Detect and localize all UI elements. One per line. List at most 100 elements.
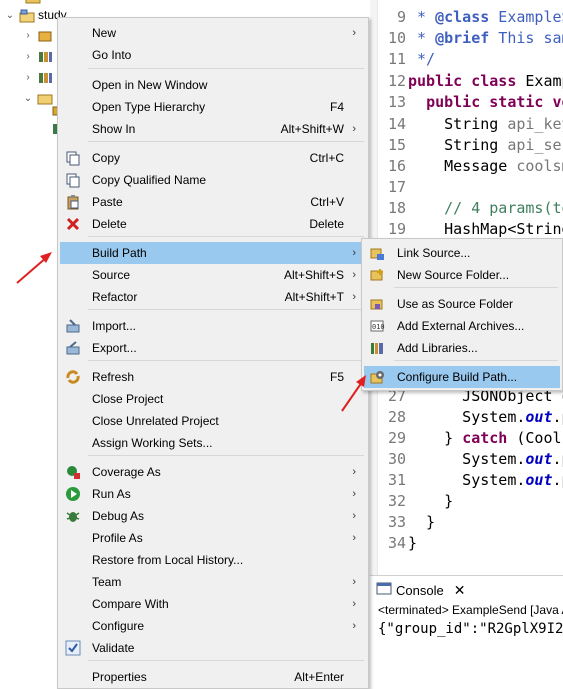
menu-item-assign-working-sets[interactable]: Assign Working Sets... (60, 432, 366, 454)
copy-qualified-name-icon (65, 172, 81, 188)
menu-item-new[interactable]: New › (60, 22, 366, 44)
submenu-arrow-icon: › (352, 576, 356, 588)
menu-item-label: Run As (92, 487, 131, 501)
menu-item-close-project[interactable]: Close Project (60, 388, 366, 410)
menu-item-open-type-hierarchy[interactable]: Open Type Hierarchy F4 (60, 96, 366, 118)
console-output: {"group_id":"R2GplX9I2S5 (378, 621, 563, 637)
annotation-arrow-build-path (0, 0, 60, 300)
console-view: Console ✕ <terminated> ExampleSend [Java… (370, 575, 563, 689)
menu-item-open-in-new-window[interactable]: Open in New Window (60, 74, 366, 96)
menu-separator (88, 141, 364, 142)
menu-item-restore-from-local-history[interactable]: Restore from Local History... (60, 549, 366, 571)
menu-item-refactor[interactable]: Refactor Alt+Shift+T › (60, 286, 366, 308)
menu-item-coverage-as[interactable]: Coverage As › (60, 461, 366, 483)
code-line: 31 System.out.pri (370, 470, 563, 491)
menu-item-label: Properties (92, 670, 147, 684)
code-line: 9 * @class ExampleS (370, 7, 563, 28)
code-text: */ (408, 50, 436, 68)
submenu-arrow-icon: › (352, 291, 356, 303)
menu-item-label: Validate (92, 641, 135, 655)
submenu-item-use-as-source-folder[interactable]: Use as Source Folder (364, 293, 560, 315)
annotation-arrow-configure-build-path (335, 360, 375, 420)
line-number: 31 (387, 471, 406, 489)
menu-item-profile-as[interactable]: Profile As › (60, 527, 366, 549)
line-number: 34 (387, 534, 406, 552)
menu-item-validate[interactable]: Validate (60, 637, 366, 659)
code-text: System.out.pri (408, 450, 563, 468)
validate-icon (65, 640, 81, 656)
menu-item-delete[interactable]: Delete Delete (60, 213, 366, 235)
code-line: 15 String api_secret (370, 135, 563, 156)
menu-item-run-as[interactable]: Run As › (60, 483, 366, 505)
submenu-item-new-source-folder[interactable]: New Source Folder... (364, 264, 560, 286)
menu-item-close-unrelated-project[interactable]: Close Unrelated Project (60, 410, 366, 432)
submenu-item-label: Link Source... (397, 246, 471, 260)
menu-item-label: Configure (92, 619, 145, 633)
menu-item-go-into[interactable]: Go Into (60, 44, 366, 66)
menu-item-label: Compare With (92, 597, 169, 611)
menu-item-label: Refresh (92, 370, 135, 384)
menu-item-shortcut: Delete (309, 217, 344, 231)
menu-item-debug-as[interactable]: Debug As › (60, 505, 366, 527)
import-icon (65, 318, 81, 334)
code-line: 16 Message coolsm (370, 156, 563, 177)
menu-item-copy[interactable]: Copy Ctrl+C (60, 147, 366, 169)
menu-item-refresh[interactable]: Refresh F5 (60, 366, 366, 388)
menu-item-shortcut: Alt+Shift+T (284, 290, 344, 304)
submenu-item-configure-build-path[interactable]: Configure Build Path... (364, 366, 560, 388)
line-number: 10 (387, 29, 406, 47)
line-number: 9 (396, 8, 406, 26)
menu-separator (394, 287, 558, 288)
run-icon (65, 486, 81, 502)
submenu-item-add-external-archives[interactable]: 010 Add External Archives... (364, 315, 560, 337)
code-line: 14 String api_key = (370, 114, 563, 135)
submenu-arrow-icon: › (352, 247, 356, 259)
submenu-item-add-libraries[interactable]: Add Libraries... (364, 337, 560, 359)
menu-item-configure[interactable]: Configure › (60, 615, 366, 637)
menu-item-build-path[interactable]: Build Path › (60, 242, 366, 264)
build-path-submenu: Link Source... New Source Folder... Use as… (361, 238, 563, 391)
svg-text:010: 010 (372, 323, 385, 331)
line-number: 19 (387, 220, 406, 238)
delete-icon (65, 216, 81, 232)
menu-item-label: Refactor (92, 290, 138, 304)
menu-item-label: Team (92, 575, 122, 589)
code-text: } (408, 492, 454, 510)
menu-item-label: New (92, 26, 117, 40)
menu-item-label: Coverage As (92, 465, 161, 479)
code-text: * @brief This samp (408, 29, 563, 47)
submenu-arrow-icon: › (352, 532, 356, 544)
code-text: * @class ExampleS (408, 8, 563, 26)
menu-item-copy-qualified-name[interactable]: Copy Qualified Name (60, 169, 366, 191)
menu-separator (88, 309, 364, 310)
menu-item-compare-with[interactable]: Compare With › (60, 593, 366, 615)
code-line: 13 public static void (370, 92, 563, 113)
menu-item-shortcut: Ctrl+V (310, 195, 344, 209)
code-text: String api_secret (408, 136, 563, 154)
menu-item-properties[interactable]: Properties Alt+Enter (60, 666, 366, 688)
coverage-icon (65, 464, 81, 480)
submenu-item-link-source[interactable]: Link Source... (364, 242, 560, 264)
code-line: 28 System.out.pri (370, 407, 563, 428)
menu-item-show-in[interactable]: Show In Alt+Shift+W › (60, 118, 366, 140)
console-tab[interactable]: Console ✕ (376, 579, 465, 601)
menu-item-shortcut: F4 (329, 100, 344, 114)
close-icon[interactable]: ✕ (454, 582, 466, 599)
menu-item-label: Debug As (92, 509, 145, 523)
menu-item-label: Delete (92, 217, 127, 231)
menu-item-import[interactable]: Import... (60, 315, 366, 337)
menu-item-source[interactable]: Source Alt+Shift+S › (60, 264, 366, 286)
code-line: 11 */ (370, 49, 563, 70)
debug-icon (65, 508, 81, 524)
menu-item-label: Close Unrelated Project (92, 414, 219, 428)
menu-item-label: Paste (92, 195, 123, 209)
code-text: // 4 params(to, f (444, 199, 563, 217)
submenu-arrow-icon: › (352, 123, 356, 135)
context-menu: New › Go Into Open in New Window Open Type H… (57, 17, 369, 689)
copy-icon (65, 150, 81, 166)
line-number: 28 (387, 408, 406, 426)
menu-item-team[interactable]: Team › (60, 571, 366, 593)
menu-item-paste[interactable]: Paste Ctrl+V (60, 191, 366, 213)
menu-item-export[interactable]: Export... (60, 337, 366, 359)
code-line: 32 } (370, 491, 563, 512)
